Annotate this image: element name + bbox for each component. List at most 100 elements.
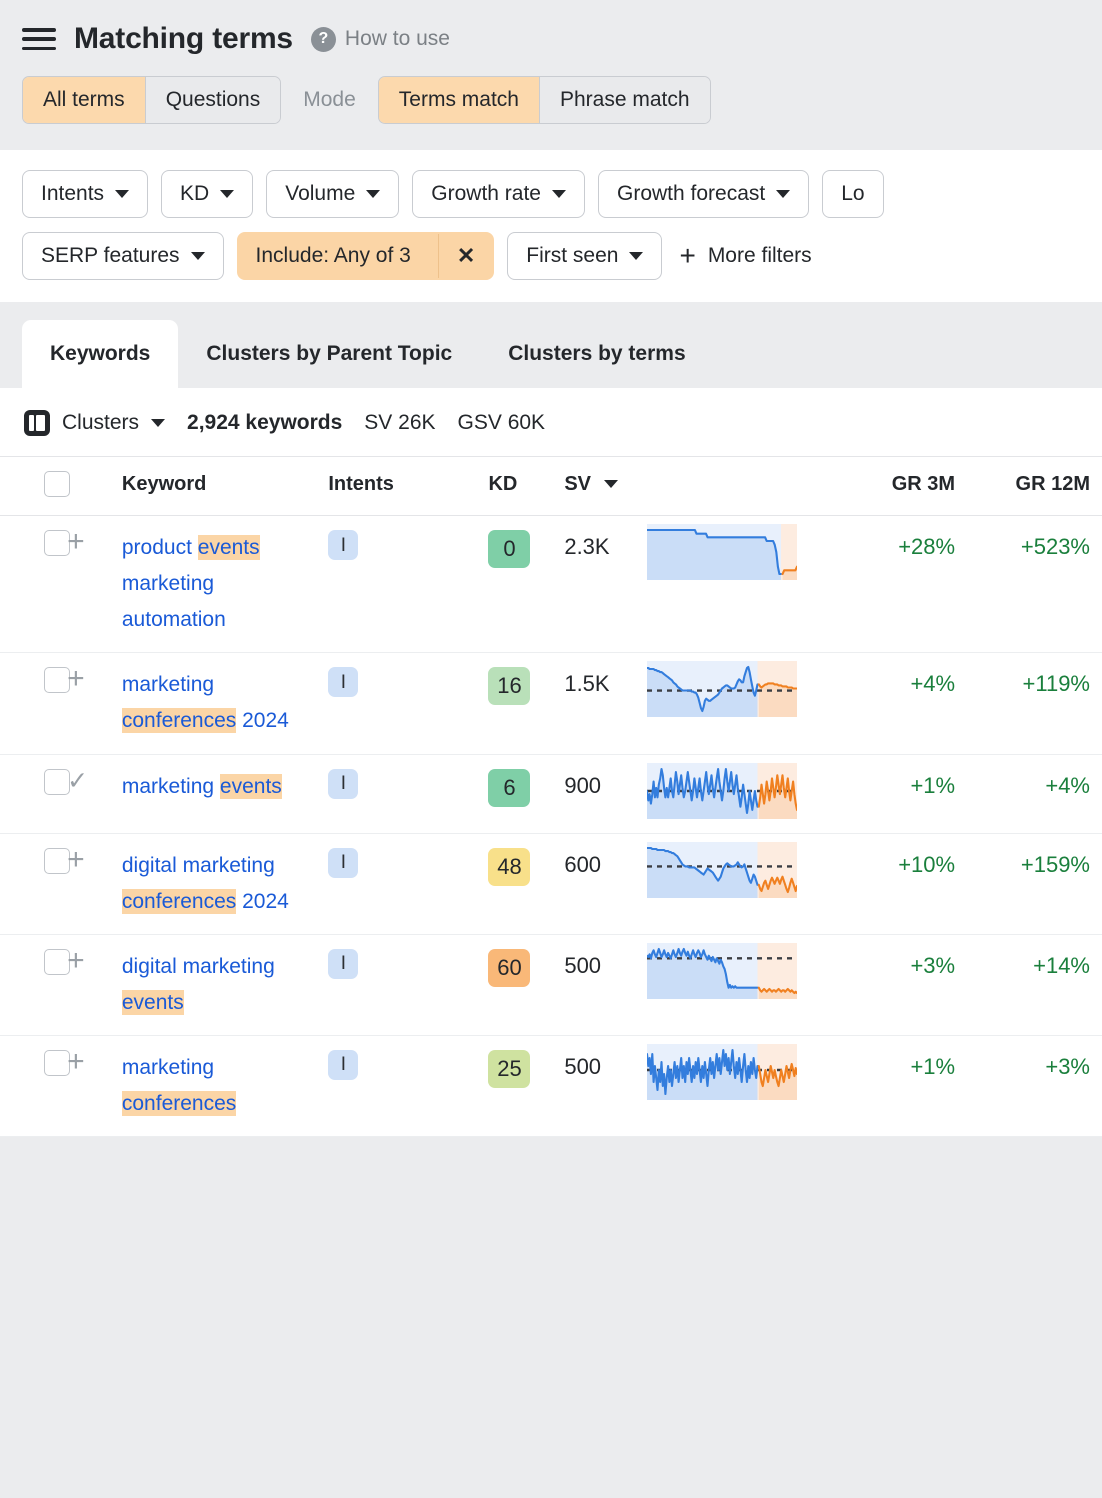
kd-cell: 0 <box>482 516 558 653</box>
keyword-link[interactable]: product events marketing automation <box>122 535 260 631</box>
gr12m-cell: +159% <box>967 833 1102 934</box>
keyword-highlight: conferences <box>122 708 236 733</box>
sparkline-cell <box>641 833 841 934</box>
column-gr3m[interactable]: GR 3M <box>841 457 967 516</box>
keyword-link[interactable]: digital marketing conferences 2024 <box>122 854 289 914</box>
row-add-cell: + <box>61 516 116 653</box>
close-icon[interactable]: ✕ <box>438 234 493 278</box>
intent-badge[interactable]: I <box>328 769 358 799</box>
column-sv-label: SV <box>564 473 591 495</box>
kd-cell: 60 <box>482 934 558 1035</box>
sv-value: 500 <box>564 1050 634 1080</box>
gr12m-cell: +523% <box>967 516 1102 653</box>
gr3m-value: +10% <box>847 848 961 878</box>
table-row[interactable]: +digital marketing eventsI60500+3%+14% <box>0 934 1102 1035</box>
sv-value: 900 <box>564 769 634 799</box>
filter-row-secondary: SERP features Include: Any of 3 ✕ First … <box>22 232 1080 280</box>
row-select-cell <box>0 934 61 1035</box>
row-add-cell: + <box>61 1035 116 1136</box>
tab-terms-match[interactable]: Terms match <box>379 77 540 123</box>
how-to-use-link[interactable]: ? How to use <box>311 27 450 52</box>
filter-kd[interactable]: KD <box>161 170 253 218</box>
filter-growth-forecast[interactable]: Growth forecast <box>598 170 809 218</box>
filter-intents[interactable]: Intents <box>22 170 148 218</box>
match-mode-toggle: Terms match Phrase match <box>378 76 711 124</box>
column-keyword[interactable]: Keyword <box>116 457 322 516</box>
filter-first-seen[interactable]: First seen <box>507 232 662 280</box>
intent-badge[interactable]: I <box>328 949 358 979</box>
chevron-down-icon <box>151 419 165 427</box>
gr12m-value: +159% <box>973 848 1096 878</box>
filter-growth-rate[interactable]: Growth rate <box>412 170 585 218</box>
filter-serp-features[interactable]: SERP features <box>22 232 224 280</box>
filter-growth-forecast-label: Growth forecast <box>617 182 765 206</box>
plus-icon[interactable]: + <box>67 843 85 876</box>
gr12m-cell: +14% <box>967 934 1102 1035</box>
keyword-highlight: events <box>220 774 282 799</box>
column-sv[interactable]: SV <box>558 457 640 516</box>
sv-total: SV 26K <box>364 411 435 435</box>
kd-cell: 16 <box>482 653 558 754</box>
table-row[interactable]: + digital marketing conferences 2024 I 4860… <box>0 833 1102 934</box>
keyword-link[interactable]: marketing events <box>122 774 282 799</box>
plus-icon[interactable]: + <box>67 1045 85 1078</box>
intent-badge[interactable]: I <box>328 530 358 560</box>
keyword-link[interactable]: marketing conferences 2024 <box>122 673 289 733</box>
column-kd[interactable]: KD <box>482 457 558 516</box>
tab-phrase-match[interactable]: Phrase match <box>540 77 710 123</box>
filter-include-label: Include: Any of 3 <box>238 233 427 279</box>
plus-icon[interactable]: + <box>67 525 85 558</box>
chevron-down-icon <box>220 190 234 198</box>
sv-cell: 600 <box>558 833 640 934</box>
keyword-link[interactable]: digital marketing events <box>122 955 275 1015</box>
hamburger-icon[interactable] <box>22 25 56 53</box>
table-row[interactable]: ✓marketing eventsI6900+1%+4% <box>0 754 1102 833</box>
row-add-cell: ✓ <box>61 754 116 833</box>
check-icon[interactable]: ✓ <box>67 767 88 795</box>
intent-badge[interactable]: I <box>328 667 358 697</box>
plus-icon[interactable]: + <box>67 662 85 695</box>
filter-truncated[interactable]: Lo <box>822 170 883 218</box>
keyword-cell: marketing events <box>116 754 322 833</box>
more-filters-button[interactable]: + More filters <box>675 233 815 279</box>
kd-cell: 25 <box>482 1035 558 1136</box>
filter-include-active[interactable]: Include: Any of 3 ✕ <box>237 232 495 280</box>
table-row[interactable]: +marketing conferences 2024I161.5K+4%+11… <box>0 653 1102 754</box>
plus-icon[interactable]: + <box>67 944 85 977</box>
tab-questions[interactable]: Questions <box>146 77 281 123</box>
gr3m-value: +28% <box>847 530 961 560</box>
more-filters-label: More filters <box>708 244 812 268</box>
column-intents[interactable]: Intents <box>322 457 482 516</box>
row-select-cell <box>0 516 61 653</box>
kd-badge: 60 <box>488 949 530 987</box>
question-circle-icon: ? <box>311 27 336 52</box>
table-body: + product events marketing automation I 0 2.… <box>0 516 1102 1137</box>
intent-badge[interactable]: I <box>328 1050 358 1080</box>
sv-cell: 2.3K <box>558 516 640 653</box>
filter-volume[interactable]: Volume <box>266 170 399 218</box>
tab-clusters-by-parent-topic[interactable]: Clusters by Parent Topic <box>178 320 480 388</box>
keywords-table: Keyword Intents KD SV GR 3M GR 12M + prod… <box>0 456 1102 1137</box>
keywords-panel: Clusters 2,924 keywords SV 26K GSV 60K K… <box>0 388 1102 1137</box>
table-row[interactable]: +marketing conferencesI25500+1%+3% <box>0 1035 1102 1136</box>
gr12m-cell: +119% <box>967 653 1102 754</box>
tab-keywords[interactable]: Keywords <box>22 320 178 388</box>
row-select-cell <box>0 754 61 833</box>
gr3m-cell: +10% <box>841 833 967 934</box>
row-add-cell: + <box>61 934 116 1035</box>
gr3m-value: +1% <box>847 769 961 799</box>
chevron-down-icon <box>366 190 380 198</box>
table-row[interactable]: + product events marketing automation I 0 2.… <box>0 516 1102 653</box>
sv-value: 2.3K <box>564 530 634 560</box>
tab-all-terms[interactable]: All terms <box>23 77 146 123</box>
keyword-link[interactable]: marketing conferences <box>122 1056 236 1116</box>
kd-cell: 48 <box>482 833 558 934</box>
column-gr12m[interactable]: GR 12M <box>967 457 1102 516</box>
intent-badge[interactable]: I <box>328 848 358 878</box>
filter-volume-label: Volume <box>285 182 355 206</box>
table-header-row: Keyword Intents KD SV GR 3M GR 12M <box>0 457 1102 516</box>
chevron-down-icon <box>776 190 790 198</box>
clusters-dropdown[interactable]: Clusters <box>24 410 165 436</box>
tab-clusters-by-terms[interactable]: Clusters by terms <box>480 320 713 388</box>
kd-badge: 0 <box>488 530 530 568</box>
